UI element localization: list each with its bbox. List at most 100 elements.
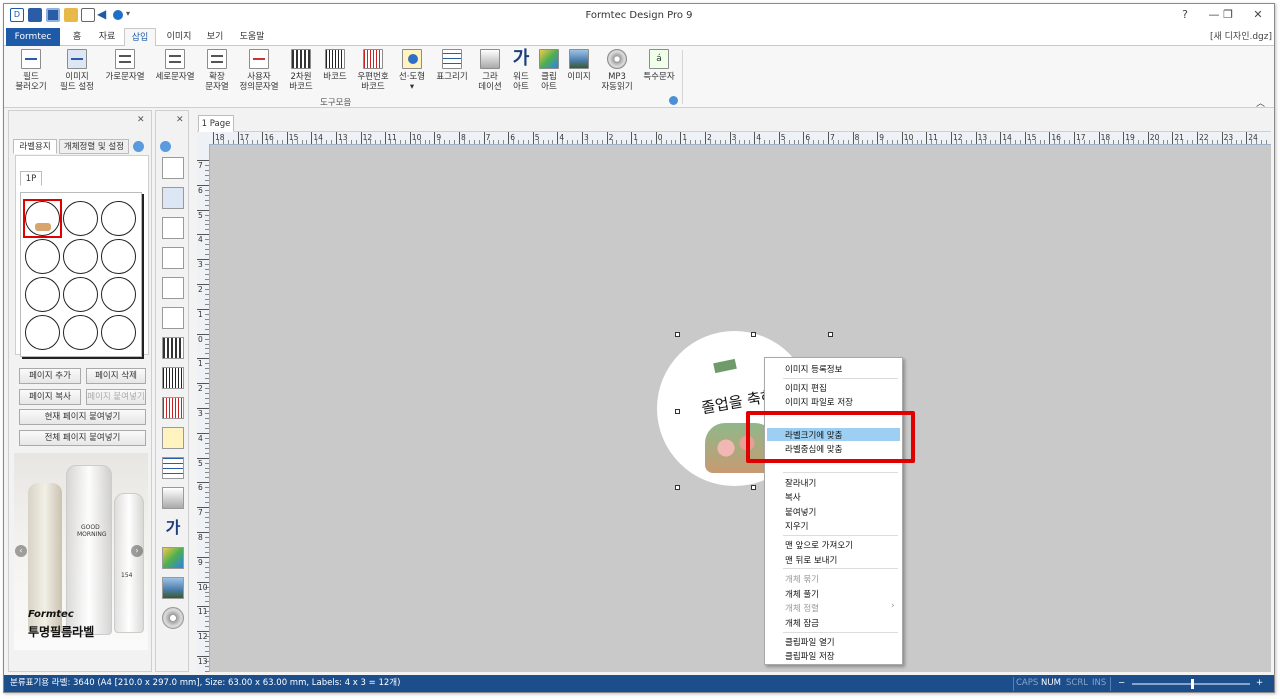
- label-slot[interactable]: [101, 277, 136, 312]
- design-canvas[interactable]: 졸업을 축하: [210, 145, 1271, 672]
- tab-insert[interactable]: 삽입: [124, 28, 156, 47]
- barcode-icon[interactable]: [162, 367, 184, 389]
- menu-item-paste[interactable]: 붙여넣기: [785, 506, 816, 518]
- page-tab[interactable]: 1 Page: [198, 115, 234, 132]
- field-load-button[interactable]: 필드 불러오기: [12, 49, 50, 92]
- postal-barcode-button[interactable]: 우편번호 바코드: [354, 49, 392, 92]
- panel-nav-icon[interactable]: [133, 141, 144, 152]
- horizontal-text-button[interactable]: 가로문자열: [102, 49, 148, 82]
- copy-page-button[interactable]: 페이지 복사: [19, 389, 81, 405]
- menu-item-save-image[interactable]: 이미지 파일로 저장: [785, 396, 853, 408]
- zoom-out-button[interactable]: −: [1118, 675, 1125, 692]
- panel-close-icon[interactable]: ✕: [137, 115, 145, 125]
- word-art-button[interactable]: 가 워드 아트: [508, 49, 534, 93]
- tab-label-paper[interactable]: 라벨용지: [13, 139, 57, 154]
- menu-item-image-edit[interactable]: 이미지 편집: [785, 382, 827, 394]
- shape-icon[interactable]: [162, 427, 184, 449]
- shape-button[interactable]: 선·도형 ▾: [396, 49, 428, 92]
- menu-item-ungroup[interactable]: 개체 풀기: [785, 588, 819, 600]
- clip-art-button[interactable]: 클립 아트: [536, 49, 562, 92]
- barcode-button[interactable]: 바코드: [320, 49, 350, 82]
- extended-text-icon[interactable]: [162, 277, 184, 299]
- word-art-icon[interactable]: 가: [162, 517, 184, 539]
- resize-handle[interactable]: [751, 332, 756, 337]
- collapse-ribbon-icon[interactable]: ︿: [1256, 96, 1265, 109]
- resize-handle[interactable]: [675, 409, 680, 414]
- vertical-text-icon[interactable]: [162, 247, 184, 269]
- gradient-icon[interactable]: [162, 487, 184, 509]
- label-slot[interactable]: [101, 239, 136, 274]
- menu-item-image-properties[interactable]: 이미지 등록정보: [785, 363, 842, 375]
- label-slot[interactable]: [63, 277, 98, 312]
- paste-all-pages-button[interactable]: 전체 페이지 붙여넣기: [19, 430, 146, 446]
- mp3-button[interactable]: MP3 자동읽기: [598, 49, 636, 92]
- paste-current-page-button[interactable]: 현재 페이지 붙여넣기: [19, 409, 146, 425]
- ad-banner[interactable]: GOOD MORNING 154 ‹ › Formtec 투명필름라벨: [14, 453, 148, 650]
- toolstrip-close-icon[interactable]: ✕: [176, 115, 184, 125]
- resize-handle[interactable]: [751, 485, 756, 490]
- zoom-in-button[interactable]: +: [1256, 675, 1263, 692]
- image-button[interactable]: 이미지: [565, 49, 593, 82]
- menu-item-delete[interactable]: 지우기: [785, 520, 808, 532]
- page-tab-1p[interactable]: 1P: [20, 171, 42, 186]
- label-slot[interactable]: [25, 315, 60, 350]
- tab-image[interactable]: 이미지: [159, 28, 199, 46]
- resize-handle[interactable]: [675, 485, 680, 490]
- resize-handle[interactable]: [828, 332, 833, 337]
- label-sheet-preview[interactable]: [20, 192, 142, 357]
- label-slot[interactable]: [63, 315, 98, 350]
- label-slot[interactable]: [101, 315, 136, 350]
- table-button[interactable]: 표그리기: [434, 49, 470, 82]
- tab-help[interactable]: 도움말: [232, 28, 272, 46]
- menu-item-open-clip[interactable]: 클립파일 열기: [785, 636, 835, 648]
- add-page-button[interactable]: 페이지 추가: [19, 368, 81, 384]
- close-button[interactable]: ✕: [1244, 7, 1272, 23]
- menu-item-group[interactable]: 개체 묶기: [785, 573, 819, 585]
- menu-item-align[interactable]: 개체 정렬: [785, 602, 819, 614]
- image-field-icon[interactable]: [162, 187, 184, 209]
- special-char-button[interactable]: á 특수문자: [640, 49, 678, 82]
- label-slot[interactable]: [25, 277, 60, 312]
- tab-home[interactable]: 홈: [64, 28, 90, 46]
- gradient-button[interactable]: 그라 데이션: [476, 49, 504, 92]
- image-field-button[interactable]: 이미지 필드 설정: [56, 49, 98, 92]
- tab-view[interactable]: 보기: [200, 28, 230, 46]
- paste-page-button[interactable]: 페이지 붙여넣기: [86, 389, 146, 405]
- qr-code-icon[interactable]: [162, 337, 184, 359]
- ad-next-icon[interactable]: ›: [131, 545, 143, 557]
- label-slot[interactable]: [63, 239, 98, 274]
- field-load-icon[interactable]: [162, 157, 184, 179]
- tab-formtec[interactable]: Formtec: [6, 28, 60, 46]
- vertical-text-button[interactable]: 세로문자열: [152, 49, 198, 82]
- menu-item-save-clip[interactable]: 클립파일 저장: [785, 650, 835, 662]
- zoom-slider-thumb[interactable]: [1191, 679, 1194, 689]
- toolstrip-nav-icon[interactable]: [160, 141, 171, 152]
- label-slot[interactable]: [25, 239, 60, 274]
- image-icon[interactable]: [162, 577, 184, 599]
- qr-code-button[interactable]: 2차원 바코드: [286, 49, 316, 92]
- menu-item-cut[interactable]: 잘라내기: [785, 477, 816, 489]
- help-window-button[interactable]: ?: [1171, 7, 1199, 23]
- postal-barcode-icon[interactable]: [162, 397, 184, 419]
- restore-button[interactable]: ❐: [1214, 7, 1242, 23]
- mp3-icon[interactable]: [162, 607, 184, 629]
- custom-text-icon[interactable]: [162, 307, 184, 329]
- zoom-slider[interactable]: [1132, 679, 1250, 689]
- menu-item-bring-to-front[interactable]: 맨 앞으로 가져오기: [785, 539, 853, 551]
- resize-handle[interactable]: [675, 332, 680, 337]
- tab-object-align[interactable]: 개체정렬 및 설정: [59, 139, 129, 154]
- horizontal-text-icon[interactable]: [162, 217, 184, 239]
- label-slot[interactable]: [101, 201, 136, 236]
- ad-prev-icon[interactable]: ‹: [15, 545, 27, 557]
- extended-text-button[interactable]: 확장 문자열: [202, 49, 232, 92]
- label-slot[interactable]: [63, 201, 98, 236]
- clip-art-icon[interactable]: [162, 547, 184, 569]
- table-icon[interactable]: [162, 457, 184, 479]
- custom-text-button[interactable]: 사용자 정의문자열: [236, 49, 282, 92]
- tab-data[interactable]: 자료: [92, 28, 122, 46]
- menu-item-lock[interactable]: 개체 잠금: [785, 617, 819, 629]
- group-expand-icon[interactable]: [669, 96, 678, 105]
- menu-item-send-to-back[interactable]: 맨 뒤로 보내기: [785, 554, 837, 566]
- delete-page-button[interactable]: 페이지 삭제: [86, 368, 146, 384]
- menu-item-copy[interactable]: 복사: [785, 491, 801, 503]
